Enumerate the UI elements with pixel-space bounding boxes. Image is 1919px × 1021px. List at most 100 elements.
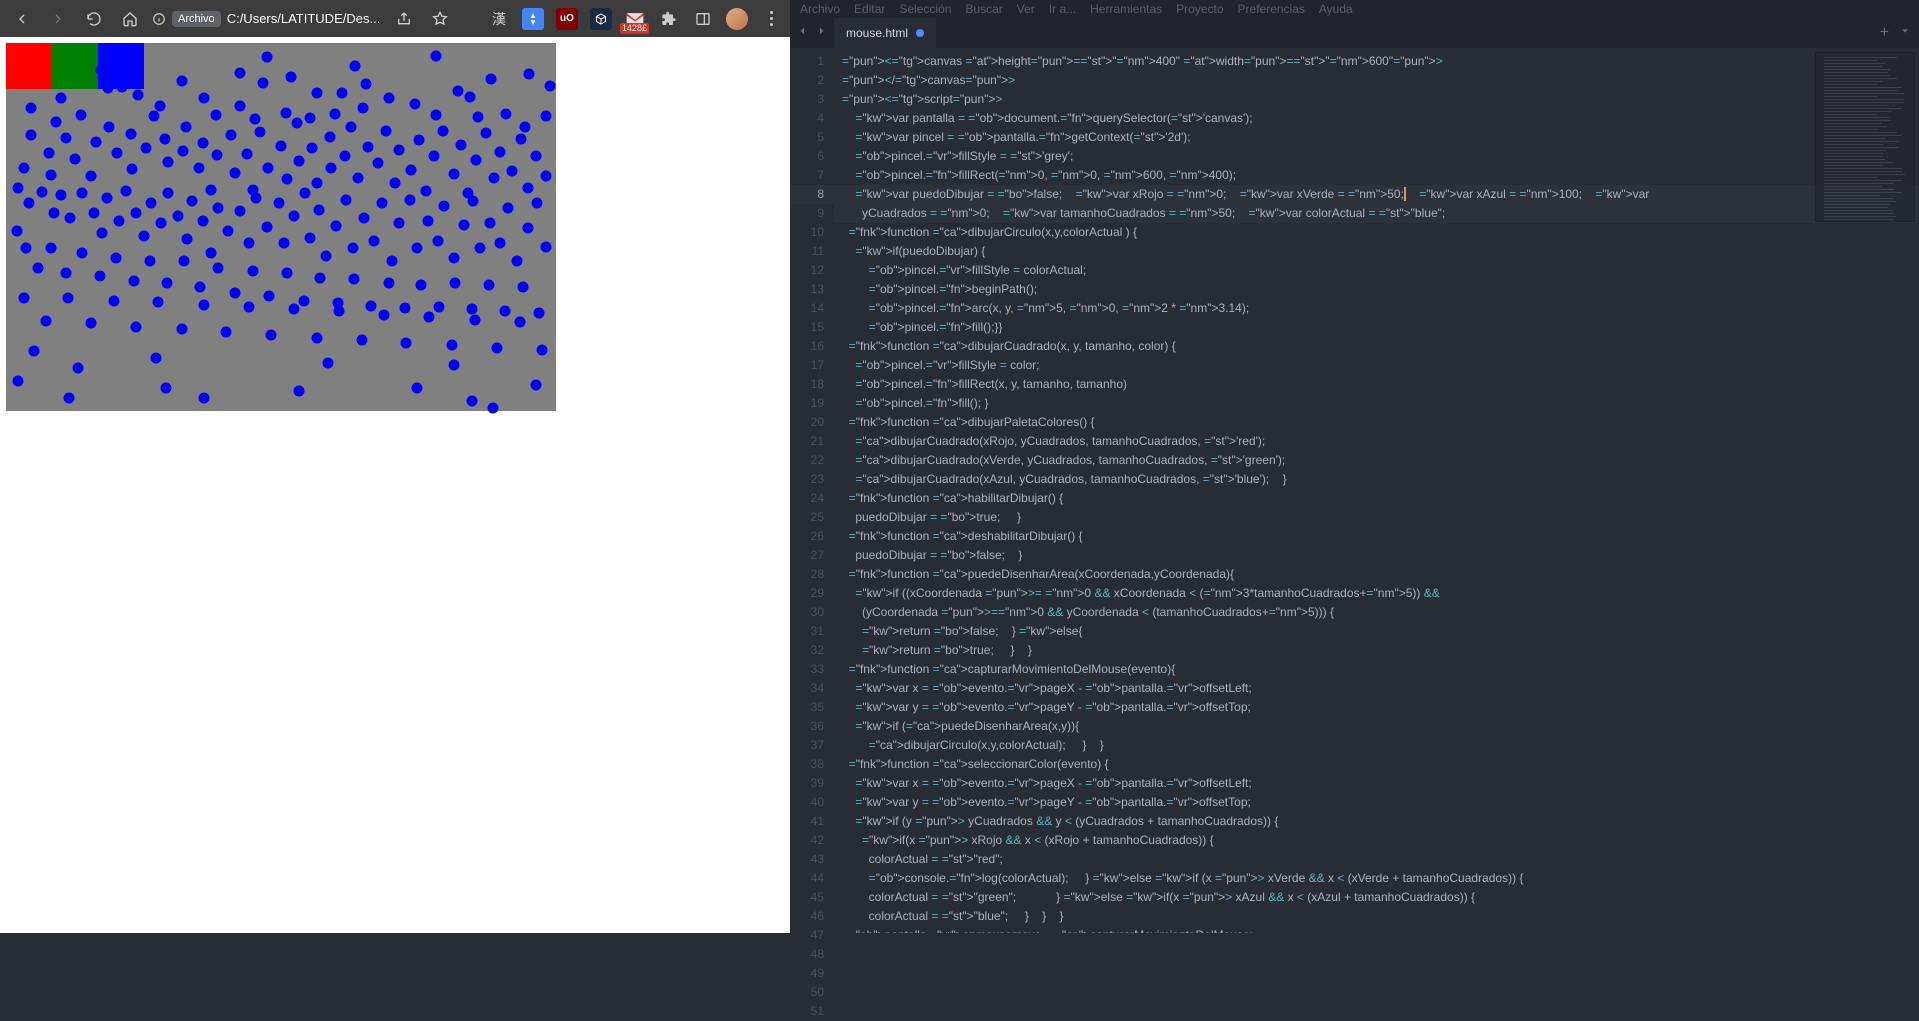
painted-dot <box>518 282 529 293</box>
menu-item[interactable]: Selección <box>899 2 951 16</box>
painted-dot <box>449 253 460 264</box>
painted-dot <box>151 353 162 364</box>
painted-dot <box>492 343 503 354</box>
minimap[interactable] <box>1815 52 1915 222</box>
painted-dot <box>305 113 316 124</box>
painted-dot <box>262 52 273 63</box>
browser-window: Archivo C:/Users/LATITUDE/Des... 漢 uО 14… <box>0 0 790 933</box>
painted-dot <box>230 168 241 179</box>
painted-dot <box>434 302 445 313</box>
painted-dot <box>117 82 128 93</box>
painted-dot <box>162 278 173 289</box>
painted-dot <box>453 86 464 97</box>
editor-menubar[interactable]: Archivo Editar Selección Buscar Ver Ir a... He… <box>790 0 1919 18</box>
painted-dot <box>70 154 81 165</box>
profile-avatar[interactable] <box>726 8 748 30</box>
address-bar[interactable]: Archivo C:/Users/LATITUDE/Des... <box>152 11 382 27</box>
ext-translate-icon[interactable] <box>522 8 544 30</box>
ext-gmail-icon[interactable]: 1428£ <box>624 8 646 30</box>
ext-cube-icon[interactable] <box>590 8 612 30</box>
painted-dot <box>503 203 514 214</box>
painted-dot <box>449 169 460 180</box>
palette-square[interactable] <box>6 43 52 89</box>
bookmark-button[interactable] <box>426 5 454 33</box>
painted-dot <box>65 213 76 224</box>
palette-square[interactable] <box>52 43 98 89</box>
painted-dot <box>226 130 237 141</box>
menu-item[interactable]: Ir a... <box>1049 2 1076 16</box>
painted-dot <box>520 122 531 133</box>
reload-button[interactable] <box>80 5 108 33</box>
painted-dot <box>531 380 542 391</box>
menu-item[interactable]: Ver <box>1017 2 1035 16</box>
menu-item[interactable]: Herramientas <box>1090 2 1162 16</box>
painted-dot <box>145 256 156 267</box>
tab-add-button[interactable]: + <box>1880 24 1889 42</box>
painted-dot <box>199 93 210 104</box>
painted-dot <box>13 376 24 387</box>
menu-item[interactable]: Editar <box>854 2 885 16</box>
painted-dot <box>112 148 123 159</box>
painted-dot <box>314 205 325 216</box>
tab-prev-button[interactable] <box>796 24 810 43</box>
painted-dot <box>56 93 67 104</box>
painted-dot <box>51 117 62 128</box>
ext-sidepanel-icon[interactable] <box>692 8 714 30</box>
painted-dot <box>429 151 440 162</box>
back-button[interactable] <box>8 5 36 33</box>
painted-dot <box>129 276 140 287</box>
painted-dot <box>438 126 449 137</box>
painted-dot <box>244 238 255 249</box>
browser-menu-button[interactable] <box>760 8 782 30</box>
painted-dot <box>431 51 442 62</box>
menu-item[interactable]: Buscar <box>965 2 1002 16</box>
painted-dot <box>89 208 100 219</box>
editor-tab[interactable]: mouse.html <box>834 18 936 48</box>
forward-button[interactable] <box>44 5 72 33</box>
painted-dot <box>330 109 341 120</box>
ext-kanji-icon[interactable]: 漢 <box>488 8 510 30</box>
tab-dropdown-button[interactable] <box>1899 24 1911 42</box>
painted-dot <box>187 196 198 207</box>
painted-dot <box>95 271 106 282</box>
painted-dot <box>266 330 277 341</box>
painted-dot <box>545 81 556 92</box>
painted-dot <box>206 248 217 259</box>
painted-dot <box>26 103 37 114</box>
painted-dot <box>64 393 75 404</box>
painted-dot <box>109 296 120 307</box>
code-editor[interactable]: ="pun"><="tg">canvas ="at">height="pun">… <box>834 48 1919 933</box>
painted-dot <box>230 288 241 299</box>
painted-dot <box>19 293 30 304</box>
painted-dot <box>341 195 352 206</box>
painted-dot <box>384 278 395 289</box>
menu-item[interactable]: Archivo <box>800 2 840 16</box>
painted-dot <box>387 256 398 267</box>
painted-dot <box>307 143 318 154</box>
home-button[interactable] <box>116 5 144 33</box>
painted-dot <box>394 218 405 229</box>
painted-dot <box>248 266 259 277</box>
painted-dot <box>315 273 326 284</box>
painted-dot <box>366 301 377 312</box>
page-viewport <box>0 37 790 933</box>
tab-next-button[interactable] <box>814 24 828 43</box>
painted-dot <box>178 146 189 157</box>
painted-dot <box>294 156 305 167</box>
painted-dot <box>349 274 360 285</box>
painted-dot <box>212 150 223 161</box>
painted-dot <box>524 69 535 80</box>
ext-puzzle-icon[interactable] <box>658 8 680 30</box>
drawing-canvas[interactable] <box>6 43 556 411</box>
browser-toolbar: Archivo C:/Users/LATITUDE/Des... 漢 uО 14… <box>0 0 790 37</box>
painted-dot <box>235 68 246 79</box>
painted-dot <box>163 188 174 199</box>
menu-item[interactable]: Proyecto <box>1176 2 1223 16</box>
painted-dot <box>19 163 30 174</box>
share-button[interactable] <box>390 5 418 33</box>
painted-dot <box>414 135 425 146</box>
menu-item[interactable]: Preferencias <box>1238 2 1305 16</box>
painted-dot <box>531 151 542 162</box>
ext-ublock-icon[interactable]: uО <box>556 8 578 30</box>
menu-item[interactable]: Ayuda <box>1319 2 1353 16</box>
